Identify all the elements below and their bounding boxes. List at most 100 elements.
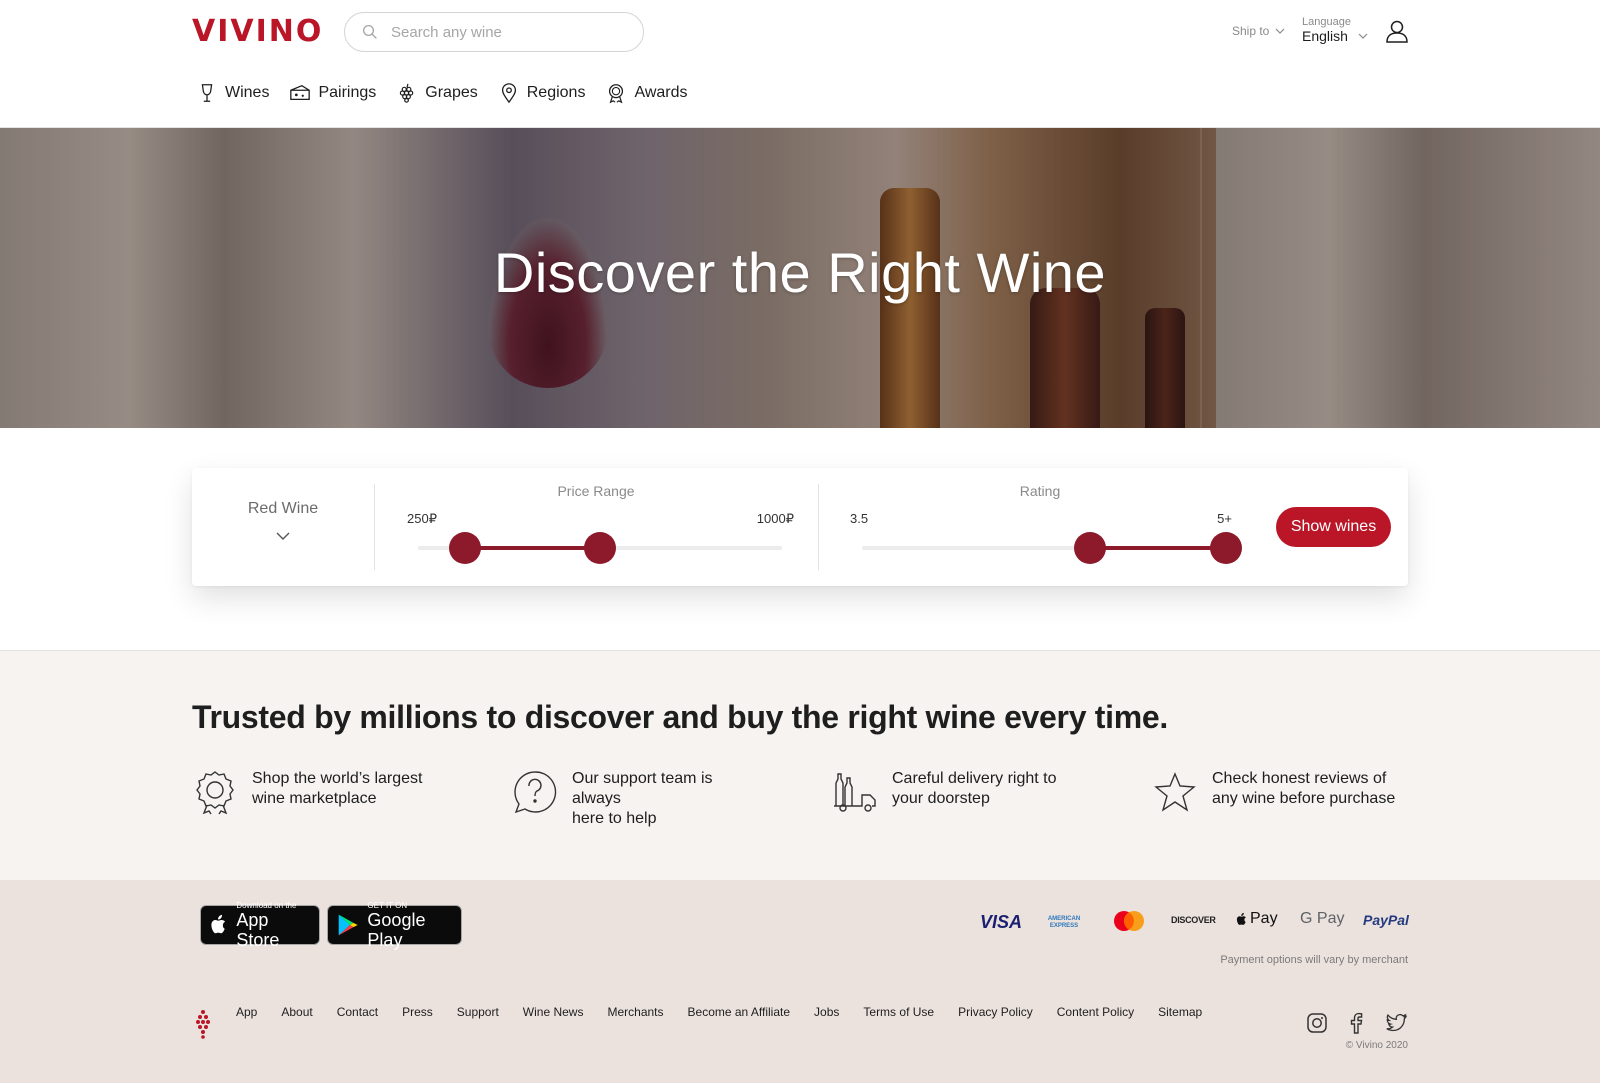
- price-max-handle[interactable]: [584, 532, 616, 564]
- main-nav: Wines Pairings Grapes Regions Awards: [196, 82, 688, 104]
- nav-awards-label: Awards: [634, 84, 688, 101]
- nav-awards[interactable]: Awards: [605, 82, 688, 104]
- nav-pairings-label: Pairings: [318, 84, 377, 101]
- copyright: © Vivino 2020: [1345, 1040, 1408, 1051]
- feature-item: Shop the world’s largest wine marketplace: [192, 769, 442, 815]
- site-header: VIVINO Ship to Language English Wines Pa…: [0, 0, 1600, 128]
- footer-link-about[interactable]: About: [281, 1005, 312, 1019]
- footer-link-privacy-policy[interactable]: Privacy Policy: [958, 1005, 1033, 1019]
- footer-link-contact[interactable]: Contact: [337, 1005, 378, 1019]
- feature-item: Careful delivery right to your doorstep: [832, 769, 1082, 815]
- price-min-handle[interactable]: [449, 532, 482, 564]
- price-min-label: 250₽: [407, 511, 437, 526]
- footer-link-support[interactable]: Support: [457, 1005, 499, 1019]
- app-store-small: Download on the: [236, 900, 297, 910]
- rating-max-handle[interactable]: [1210, 532, 1242, 564]
- rating-slider-fill: [1089, 546, 1226, 550]
- nav-regions-label: Regions: [526, 84, 586, 101]
- apple-pay-logo: Pay: [1236, 910, 1278, 928]
- footer-link-sitemap[interactable]: Sitemap: [1158, 1005, 1202, 1019]
- footer-link-press[interactable]: Press: [402, 1005, 433, 1019]
- wine-glass-icon: [201, 84, 213, 102]
- paypal-logo: PayPal: [1363, 912, 1409, 928]
- nav-pairings[interactable]: Pairings: [289, 82, 376, 104]
- rating-title: Rating: [1019, 483, 1061, 499]
- apple-icon: [211, 914, 226, 934]
- price-range-title: Price Range: [557, 483, 635, 499]
- location-pin-icon: [501, 83, 516, 104]
- twitter-icon[interactable]: [1385, 1012, 1407, 1034]
- wine-filter-card: Red Wine Price Range 250₽ 1000₽ Rating 3…: [192, 468, 1408, 586]
- search-input[interactable]: [391, 23, 631, 41]
- nav-wines-label: Wines: [225, 84, 270, 101]
- feature-item: Check honest reviews of any wine before p…: [1152, 769, 1402, 815]
- chevron-down-icon: [1275, 28, 1285, 34]
- app-store-badge[interactable]: Download on the App Store: [200, 901, 320, 950]
- visa-logo: VISA: [980, 912, 1023, 932]
- grapes-icon: [400, 83, 414, 103]
- nav-wines[interactable]: Wines: [196, 82, 269, 104]
- footer-link-merchants[interactable]: Merchants: [607, 1005, 663, 1019]
- trust-section: Trusted by millions to discover and buy …: [0, 650, 1600, 880]
- footer-link-jobs[interactable]: Jobs: [814, 1005, 839, 1019]
- show-wines-button[interactable]: Show wines: [1276, 507, 1391, 547]
- google-play-big: Google Play: [367, 909, 426, 950]
- google-play-icon: [338, 914, 358, 936]
- site-footer: Download on the App Store GET IT ON Google…: [0, 880, 1600, 1083]
- feature-item: Our support team is always here to help: [512, 769, 762, 829]
- trust-heading: Trusted by millions to discover and buy …: [192, 699, 1168, 735]
- delivery-truck-icon: [834, 773, 876, 812]
- award-ribbon-icon: [196, 771, 234, 815]
- search-icon: [362, 24, 377, 39]
- feature-line: Check honest reviews of: [1212, 770, 1387, 787]
- footer-link-terms-of-use[interactable]: Terms of Use: [863, 1005, 934, 1019]
- wine-type-dropdown[interactable]: Red Wine: [192, 468, 374, 586]
- feature-line: here to help: [572, 810, 657, 827]
- price-max-label: 1000₽: [756, 511, 794, 526]
- footer-link-app[interactable]: App: [236, 1005, 257, 1019]
- rating-min-label: 3.5: [850, 511, 869, 526]
- amex-logo: AMERICAN EXPRESS: [1047, 916, 1081, 929]
- hero-banner: Discover the Right Wine: [0, 128, 1600, 428]
- price-slider-fill: [465, 546, 600, 550]
- google-play-small: GET IT ON: [367, 900, 408, 910]
- hero-title: Discover the Right Wine: [493, 241, 1107, 304]
- language-label: Language: [1302, 16, 1351, 28]
- language-dropdown[interactable]: Language English: [1302, 16, 1368, 44]
- nav-grapes[interactable]: Grapes: [396, 82, 478, 104]
- award-icon: [609, 84, 624, 104]
- wine-type-value: Red Wine: [247, 500, 319, 517]
- vivino-logo[interactable]: VIVINO: [192, 14, 323, 49]
- rating-max-label: 5+: [1217, 511, 1232, 526]
- nav-regions[interactable]: Regions: [498, 82, 586, 104]
- vivino-grapes-icon[interactable]: [196, 1009, 210, 1039]
- feature-line: Careful delivery right to: [892, 770, 1057, 787]
- footer-link-content-policy[interactable]: Content Policy: [1057, 1005, 1134, 1019]
- footer-link-become-an-affiliate[interactable]: Become an Affiliate: [688, 1005, 791, 1019]
- footer-links: App About Contact Press Support Wine News Merc…: [236, 1005, 1226, 1019]
- discover-logo: DISCOVER: [1171, 915, 1216, 925]
- payment-note: Payment options will vary by merchant: [1220, 954, 1408, 966]
- footer-link-wine-news[interactable]: Wine News: [523, 1005, 584, 1019]
- chevron-down-icon: [276, 532, 290, 540]
- facebook-icon[interactable]: [1345, 1012, 1367, 1034]
- ship-to-label: Ship to: [1232, 24, 1270, 38]
- ship-to-dropdown[interactable]: Ship to: [1232, 24, 1285, 38]
- search-box[interactable]: [344, 12, 644, 52]
- feature-line: Shop the world’s largest: [252, 770, 423, 787]
- google-play-badge[interactable]: GET IT ON Google Play: [327, 901, 462, 950]
- chevron-down-icon: [1358, 33, 1368, 39]
- feature-line: any wine before purchase: [1212, 790, 1396, 807]
- user-account-icon[interactable]: [1384, 18, 1410, 44]
- mastercard-logo: [1112, 910, 1146, 932]
- instagram-icon[interactable]: [1306, 1012, 1328, 1034]
- star-icon: [1154, 772, 1196, 812]
- cheese-icon: [290, 84, 311, 101]
- app-store-big: App Store: [236, 909, 280, 950]
- google-pay-logo: G Pay: [1300, 910, 1345, 927]
- feature-line: your doorstep: [892, 790, 990, 807]
- rating-min-handle[interactable]: [1073, 532, 1106, 564]
- nav-grapes-label: Grapes: [425, 84, 478, 101]
- question-bubble-icon: [514, 771, 557, 814]
- feature-line: Our support team is always: [572, 770, 713, 807]
